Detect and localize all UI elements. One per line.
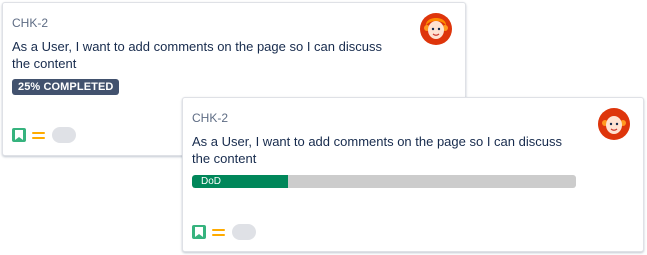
priority-medium-icon: [212, 225, 226, 239]
story-icon: [192, 225, 206, 239]
progress-label: DoD: [201, 176, 222, 187]
progress-fill: DoD: [192, 175, 288, 188]
card-footer: [192, 224, 256, 240]
estimate-badge: [232, 224, 256, 240]
card-footer: [12, 127, 76, 143]
issue-card[interactable]: CHK-2 As a User, I want to add comments …: [182, 97, 644, 252]
issue-key[interactable]: CHK-2: [192, 111, 228, 125]
user-avatar-icon[interactable]: [420, 13, 452, 45]
estimate-badge: [52, 127, 76, 143]
priority-medium-icon: [32, 128, 46, 142]
progress-bar: DoD: [192, 175, 576, 188]
story-icon: [12, 128, 26, 142]
issue-summary: As a User, I want to add comments on the…: [12, 39, 382, 71]
issue-summary: As a User, I want to add comments on the…: [192, 134, 562, 166]
user-avatar-icon[interactable]: [598, 108, 630, 140]
status-badge: 25% COMPLETED: [12, 79, 120, 95]
issue-key[interactable]: CHK-2: [12, 16, 48, 30]
